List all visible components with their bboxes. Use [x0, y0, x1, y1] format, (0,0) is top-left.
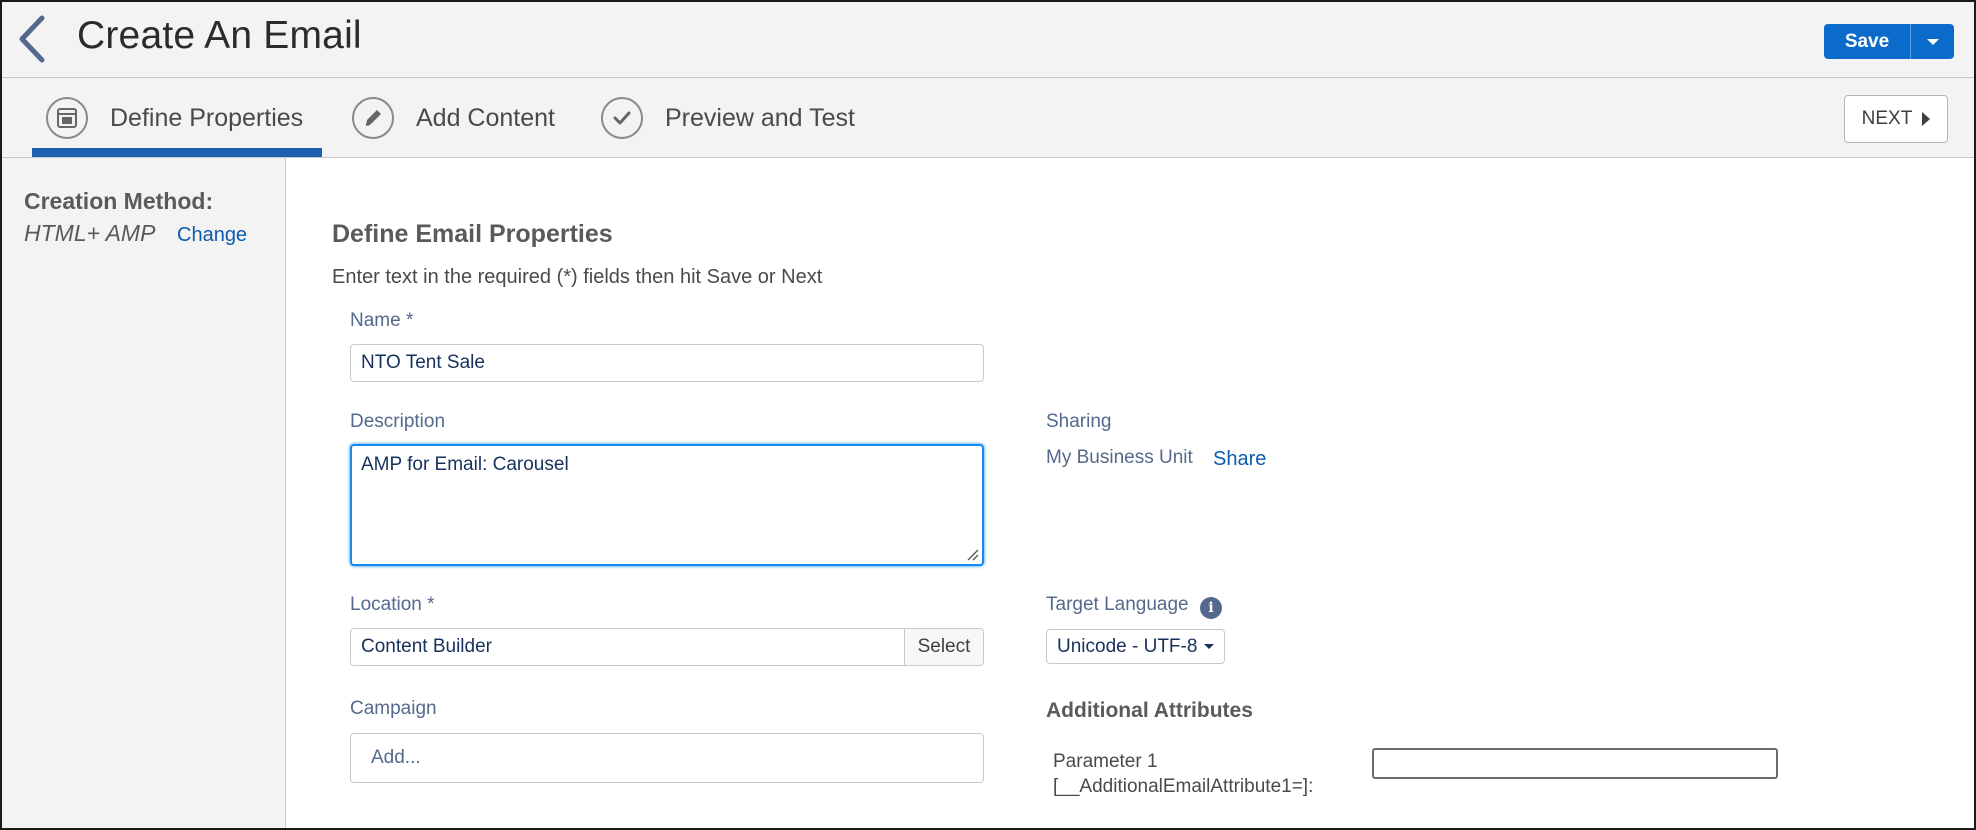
tab-add-content[interactable]: Add Content — [352, 78, 555, 158]
tab-preview-and-test[interactable]: Preview and Test — [601, 78, 855, 158]
step-label: Define Properties — [110, 103, 304, 132]
campaign-add-field[interactable]: Add... — [350, 733, 984, 783]
section-instructions: Enter text in the required (*) fields th… — [332, 266, 823, 288]
target-language-label: Target Language — [1046, 594, 1189, 615]
sharing-label: Sharing — [1046, 411, 1112, 432]
sharing-value: My Business Unit — [1046, 447, 1193, 468]
next-label: NEXT — [1861, 108, 1913, 129]
description-textarea[interactable]: AMP for Email: Carousel — [350, 444, 984, 566]
campaign-label: Campaign — [350, 698, 437, 719]
top-header: Create An Email Save — [0, 0, 1976, 78]
name-input[interactable]: NTO Tent Sale — [350, 344, 984, 382]
location-value: Content Builder — [361, 636, 492, 657]
share-link[interactable]: Share — [1213, 448, 1266, 471]
parameter-1-input[interactable] — [1372, 748, 1778, 779]
name-value: NTO Tent Sale — [361, 352, 485, 373]
location-label: Location * — [350, 594, 435, 615]
location-input[interactable]: Content Builder Select — [350, 628, 984, 666]
checkmark-icon — [601, 97, 643, 139]
wizard-steps: Define Properties Add Content Preview an… — [0, 78, 1976, 158]
save-button-group: Save — [1824, 24, 1954, 59]
save-options-button[interactable] — [1910, 24, 1954, 59]
active-step-indicator — [32, 148, 322, 157]
next-button[interactable]: NEXT — [1844, 95, 1948, 143]
pencil-icon — [352, 97, 394, 139]
main-content: Define Email Properties Enter text in th… — [286, 158, 1976, 830]
description-label: Description — [350, 411, 446, 432]
parameter-1-label: Parameter 1 [__AdditionalEmailAttribute1… — [1053, 749, 1313, 799]
description-value: AMP for Email: Carousel — [361, 454, 569, 475]
change-method-link[interactable]: Change — [177, 224, 247, 247]
page-title: Create An Email — [77, 14, 362, 57]
chevron-down-icon — [1926, 38, 1939, 45]
save-button[interactable]: Save — [1824, 24, 1910, 59]
chevron-right-icon — [1922, 112, 1931, 126]
parameter-1-name: Parameter 1 — [1053, 751, 1158, 772]
campaign-placeholder: Add... — [371, 747, 421, 768]
creation-method-label: Creation Method: — [24, 188, 214, 214]
info-icon[interactable]: i — [1200, 597, 1222, 619]
section-title: Define Email Properties — [332, 220, 613, 248]
additional-attributes-title: Additional Attributes — [1046, 699, 1253, 722]
location-select-button[interactable]: Select — [904, 629, 983, 665]
sidebar: Creation Method: HTML+ AMP Change — [0, 158, 286, 830]
target-language-value: Unicode - UTF-8 — [1057, 635, 1198, 657]
chevron-down-icon — [1204, 644, 1215, 649]
creation-method-value: HTML+ AMP — [24, 220, 156, 246]
step-label: Add Content — [416, 103, 555, 132]
back-arrow-icon[interactable] — [14, 14, 50, 64]
layout-icon — [46, 97, 88, 139]
resize-handle-icon[interactable] — [967, 549, 979, 561]
name-label: Name * — [350, 310, 414, 331]
tab-define-properties[interactable]: Define Properties — [46, 78, 303, 158]
parameter-1-key: [__AdditionalEmailAttribute1=]: — [1053, 776, 1314, 797]
step-label: Preview and Test — [665, 103, 855, 132]
target-language-select[interactable]: Unicode - UTF-8 — [1046, 629, 1226, 664]
